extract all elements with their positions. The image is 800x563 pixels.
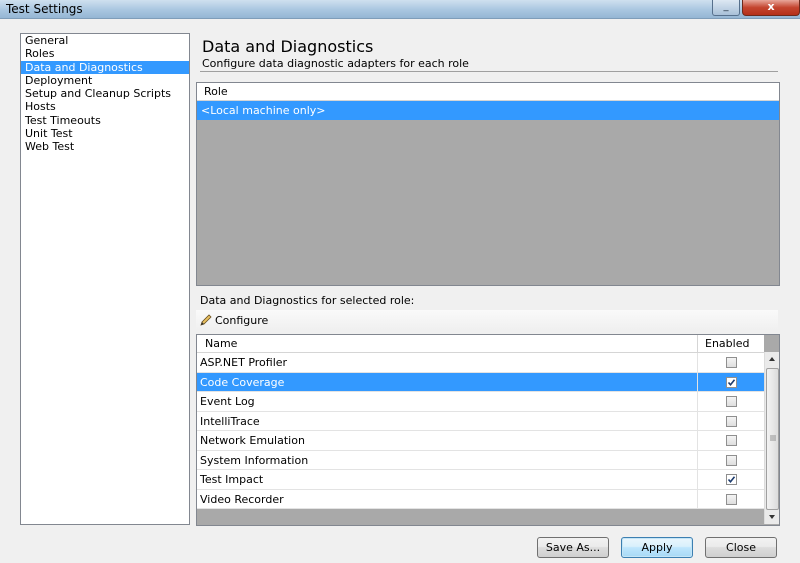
settings-nav-list[interactable]: General Roles Data and Diagnostics Deployme… [20,33,190,525]
nav-item-setup-and-cleanup-scripts[interactable]: Setup and Cleanup Scripts [21,87,189,100]
nav-item-test-timeouts[interactable]: Test Timeouts [21,114,189,127]
role-row-local-machine[interactable]: <Local machine only> [197,101,779,120]
enabled-cell [697,489,764,508]
close-window-button[interactable]: x [742,0,800,16]
nav-item-hosts[interactable]: Hosts [21,100,189,113]
enabled-checkbox[interactable] [726,493,737,505]
enabled-checkbox[interactable] [726,357,737,368]
enabled-cell [697,372,764,391]
configure-button[interactable]: Configure [215,314,268,327]
minimize-button[interactable]: _ [712,0,740,16]
enabled-cell [697,431,764,450]
diagnostic-row-event-log[interactable]: Event Log [197,392,764,412]
enabled-checkbox[interactable] [726,396,737,407]
arrow-up-icon[interactable] [765,352,779,366]
save-as-button[interactable]: Save As... [537,537,609,558]
enabled-checkbox[interactable] [726,415,737,427]
nav-item-unit-test[interactable]: Unit Test [21,127,189,140]
arrow-down-icon[interactable] [765,510,779,524]
role-column-header[interactable]: Role [197,83,779,101]
nav-item-general[interactable]: General [21,34,189,47]
enabled-checkbox[interactable] [726,435,737,446]
diagnostic-name: Video Recorder [200,492,284,506]
diagnostic-name: Event Log [200,395,255,408]
enabled-checkbox[interactable] [726,474,737,485]
diagnostic-name: Network Emulation [200,434,305,447]
diagnostic-row-system-information[interactable]: System Information [197,450,764,470]
diagnostics-grid: Name Enabled ASP.NET Profiler Code Covera… [196,334,780,526]
enabled-checkbox[interactable] [726,376,737,388]
diagnostics-toolbar: Configure [196,310,778,330]
enabled-cell [697,392,764,411]
roles-list[interactable]: Role <Local machine only> [196,82,780,286]
diagnostic-row-test-impact[interactable]: Test Impact [197,470,764,490]
enabled-column-header[interactable]: Enabled [697,335,764,352]
check-icon [727,378,736,386]
enabled-cell [697,353,764,372]
diagnostic-row-code-coverage[interactable]: Code Coverage [197,372,764,392]
enabled-cell [697,470,764,489]
name-column-header[interactable]: Name [205,337,237,350]
diagnostic-row-asp-net-profiler[interactable]: ASP.NET Profiler [197,353,764,373]
diagnostics-rows: ASP.NET Profiler Code Coverage Event Log In… [197,353,764,509]
enabled-checkbox[interactable] [726,454,737,466]
close-button[interactable]: Close [705,537,777,558]
page-subtitle: Configure data diagnostic adapters for e… [202,57,469,70]
diagnostic-name: ASP.NET Profiler [200,356,288,369]
apply-button[interactable]: Apply [621,537,693,558]
diagnostics-section-label: Data and Diagnostics for selected role: [200,294,415,307]
diagnostic-name: IntelliTrace [200,414,260,428]
diagnostic-row-video-recorder[interactable]: Video Recorder [197,489,764,509]
nav-item-web-test[interactable]: Web Test [21,140,189,153]
nav-item-data-and-diagnostics[interactable]: Data and Diagnostics [21,60,189,74]
diagnostic-name: Test Impact [200,473,264,486]
nav-item-roles[interactable]: Roles [21,47,189,60]
diagnostic-name: Code Coverage [200,375,285,389]
diagnostic-row-intellitrace[interactable]: IntelliTrace [197,411,764,431]
diagnostic-name: System Information [200,453,309,467]
vertical-scrollbar[interactable] [764,352,779,524]
scrollbar-thumb[interactable] [766,368,779,510]
grid-header: Name Enabled [197,335,764,353]
nav-item-deployment[interactable]: Deployment [21,74,189,87]
enabled-cell [697,411,764,430]
check-icon [727,476,736,484]
enabled-cell [697,450,764,469]
window-title: Test Settings [6,2,83,16]
page-title: Data and Diagnostics [202,37,374,56]
diagnostic-row-network-emulation[interactable]: Network Emulation [197,431,764,451]
title-bar: Test Settings _ x [0,0,800,19]
pencil-icon[interactable] [199,313,213,330]
header-divider [200,71,778,72]
